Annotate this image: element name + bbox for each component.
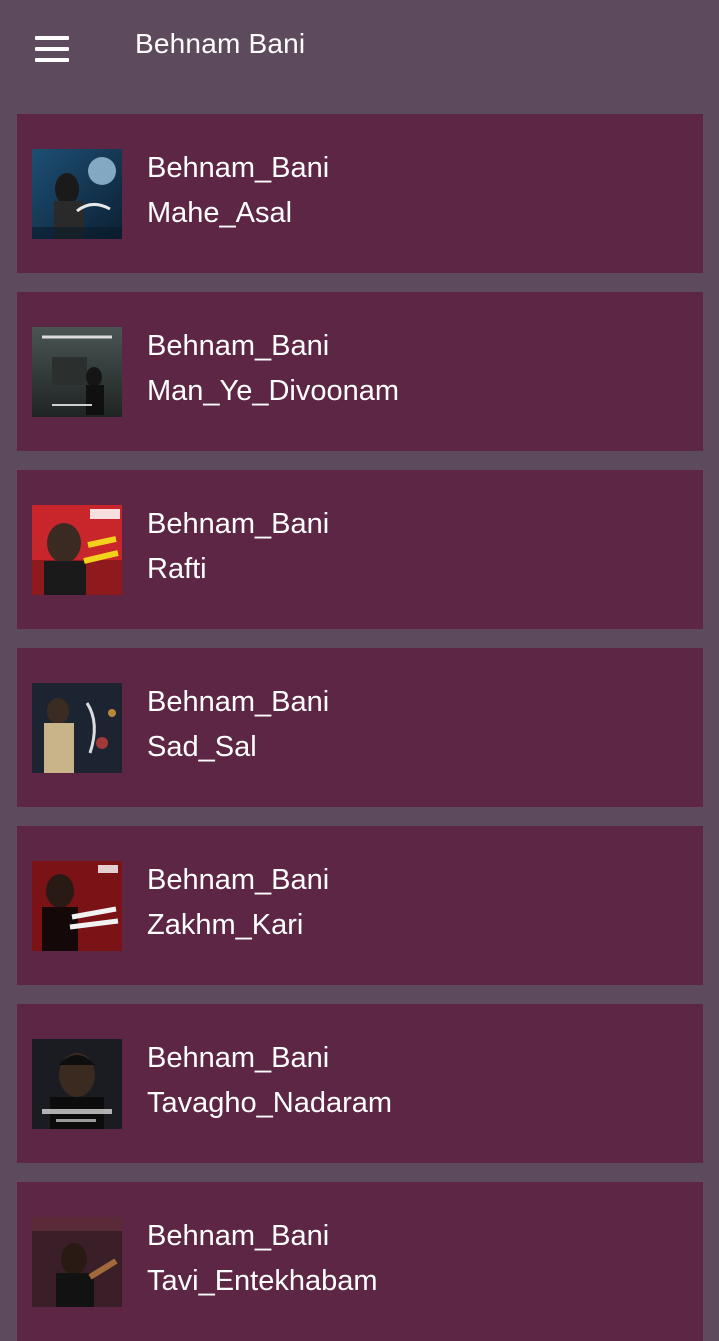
song-artist: Behnam_Bani — [147, 864, 330, 896]
song-item-mahe-asal[interactable]: Behnam_Bani Mahe_Asal — [17, 114, 703, 273]
album-cover-image — [32, 683, 122, 773]
app-bar: Behnam Bani — [0, 0, 719, 94]
album-cover-image — [32, 149, 122, 239]
song-artist: Behnam_Bani — [147, 330, 330, 362]
song-artist: Behnam_Bani — [147, 1220, 330, 1252]
song-title: Mahe_Asal — [147, 197, 293, 229]
album-cover-image — [32, 1039, 122, 1129]
album-cover-image — [32, 861, 122, 951]
song-title: Rafti — [147, 553, 207, 585]
song-title: Sad_Sal — [147, 731, 257, 763]
album-cover-image — [32, 1217, 122, 1307]
hamburger-menu-icon[interactable] — [35, 36, 69, 62]
song-artist: Behnam_Bani — [147, 686, 330, 718]
song-title: Tavi_Entekhabam — [147, 1265, 378, 1297]
song-item-man-ye-divoonam[interactable]: Behnam_Bani Man_Ye_Divoonam — [17, 292, 703, 451]
song-item-tavagho-nadaram[interactable]: Behnam_Bani Tavagho_Nadaram — [17, 1004, 703, 1163]
song-item-sad-sal[interactable]: Behnam_Bani Sad_Sal — [17, 648, 703, 807]
album-cover-image — [32, 327, 122, 417]
song-title: Tavagho_Nadaram — [147, 1087, 393, 1119]
song-artist: Behnam_Bani — [147, 1042, 330, 1074]
song-title: Zakhm_Kari — [147, 909, 304, 941]
page-title: Behnam Bani — [135, 28, 306, 59]
song-artist: Behnam_Bani — [147, 152, 330, 184]
song-item-tavi-entekhabam[interactable]: Behnam_Bani Tavi_Entekhabam — [17, 1182, 703, 1341]
song-item-zakhm-kari[interactable]: Behnam_Bani Zakhm_Kari — [17, 826, 703, 985]
song-item-rafti[interactable]: Behnam_Bani Rafti — [17, 470, 703, 629]
song-title: Man_Ye_Divoonam — [147, 375, 400, 407]
album-cover-image — [32, 505, 122, 595]
song-artist: Behnam_Bani — [147, 508, 330, 540]
